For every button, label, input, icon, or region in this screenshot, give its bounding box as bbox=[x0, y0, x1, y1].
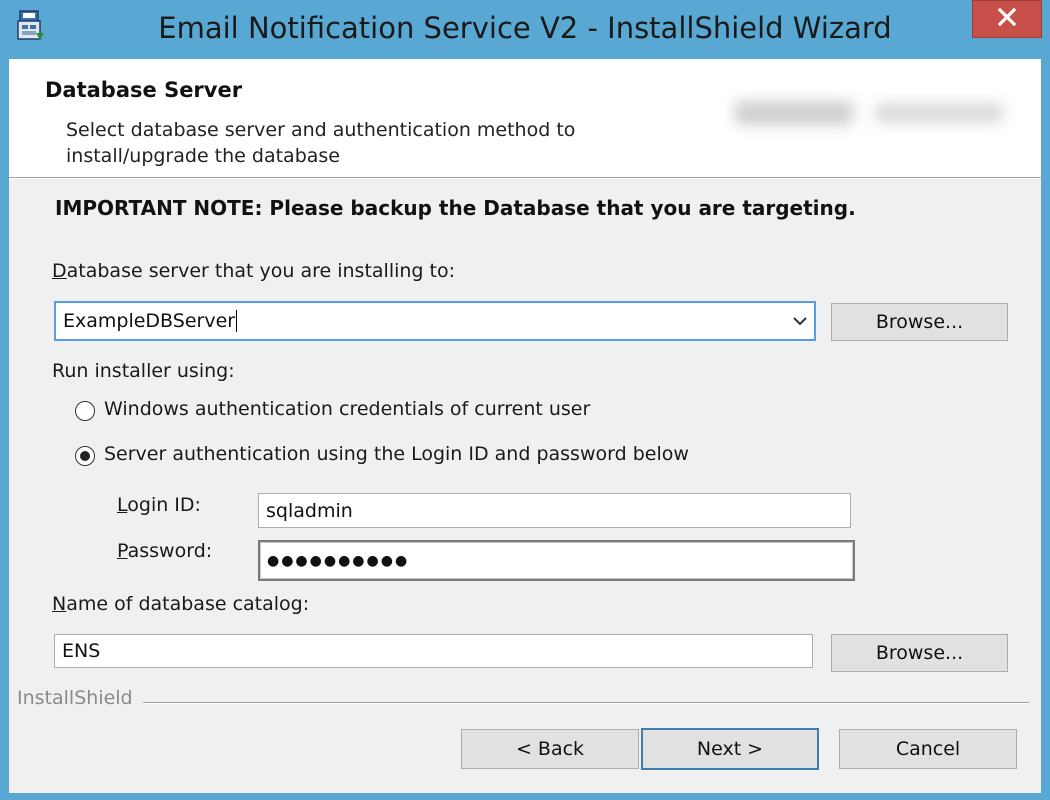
browse-server-button[interactable]: Browse... bbox=[831, 303, 1008, 341]
installer-window: Email Notification Service V2 - InstallS… bbox=[0, 0, 1050, 800]
browse-catalog-button[interactable]: Browse... bbox=[831, 634, 1008, 672]
text-caret bbox=[236, 310, 238, 332]
important-note: IMPORTANT NOTE: Please backup the Databa… bbox=[55, 196, 856, 220]
server-combobox-value: ExampleDBServer bbox=[63, 310, 236, 332]
server-label-text: atabase server that you are installing t… bbox=[66, 260, 455, 282]
radio-windows-auth[interactable] bbox=[75, 401, 95, 421]
banner-title: Database Server bbox=[45, 78, 243, 102]
catalog-label-text: ame of database catalog: bbox=[66, 593, 310, 615]
wizard-banner: Database Server Select database server a… bbox=[9, 59, 1041, 177]
password-masked-value: ●●●●●●●●●● bbox=[267, 552, 410, 569]
close-button[interactable] bbox=[972, 0, 1042, 38]
chevron-down-icon[interactable] bbox=[792, 303, 808, 339]
catalog-label-accesskey: N bbox=[52, 593, 67, 615]
footer-separator bbox=[143, 702, 1029, 704]
blurred-logo bbox=[714, 89, 1024, 139]
cancel-button[interactable]: Cancel bbox=[839, 729, 1017, 769]
server-combobox[interactable]: ExampleDBServer bbox=[54, 301, 816, 341]
catalog-label: Name of database catalog: bbox=[52, 593, 309, 615]
password-label-accesskey: P bbox=[117, 540, 128, 562]
login-id-label-text: ogin ID: bbox=[127, 494, 201, 516]
password-label: Password: bbox=[117, 540, 212, 562]
radio-server-auth-label[interactable]: Server authentication using the Login ID… bbox=[104, 443, 689, 465]
run-installer-label: Run installer using: bbox=[52, 360, 235, 382]
radio-server-auth[interactable] bbox=[75, 446, 95, 466]
login-id-input[interactable]: sqladmin bbox=[258, 493, 851, 528]
next-button[interactable]: Next > bbox=[641, 728, 819, 770]
login-id-label: Login ID: bbox=[117, 494, 201, 516]
installshield-brand: InstallShield bbox=[17, 687, 133, 709]
banner-separator bbox=[9, 177, 1041, 179]
back-button[interactable]: < Back bbox=[461, 729, 639, 769]
login-id-label-accesskey: L bbox=[117, 494, 128, 516]
window-title: Email Notification Service V2 - InstallS… bbox=[158, 11, 892, 45]
server-label-accesskey: D bbox=[52, 260, 67, 282]
banner-description: Select database server and authenticatio… bbox=[66, 119, 576, 167]
wizard-client-area: Database Server Select database server a… bbox=[9, 59, 1041, 793]
server-label: Database server that you are installing … bbox=[52, 260, 455, 282]
catalog-input[interactable]: ENS bbox=[54, 634, 813, 668]
radio-selected-dot bbox=[80, 451, 90, 461]
password-label-text: assword: bbox=[127, 540, 213, 562]
title-bar[interactable]: Email Notification Service V2 - InstallS… bbox=[0, 0, 1050, 58]
radio-windows-auth-label[interactable]: Windows authentication credentials of cu… bbox=[104, 398, 590, 420]
password-input[interactable]: ●●●●●●●●●● bbox=[258, 540, 855, 581]
close-icon bbox=[997, 7, 1017, 30]
